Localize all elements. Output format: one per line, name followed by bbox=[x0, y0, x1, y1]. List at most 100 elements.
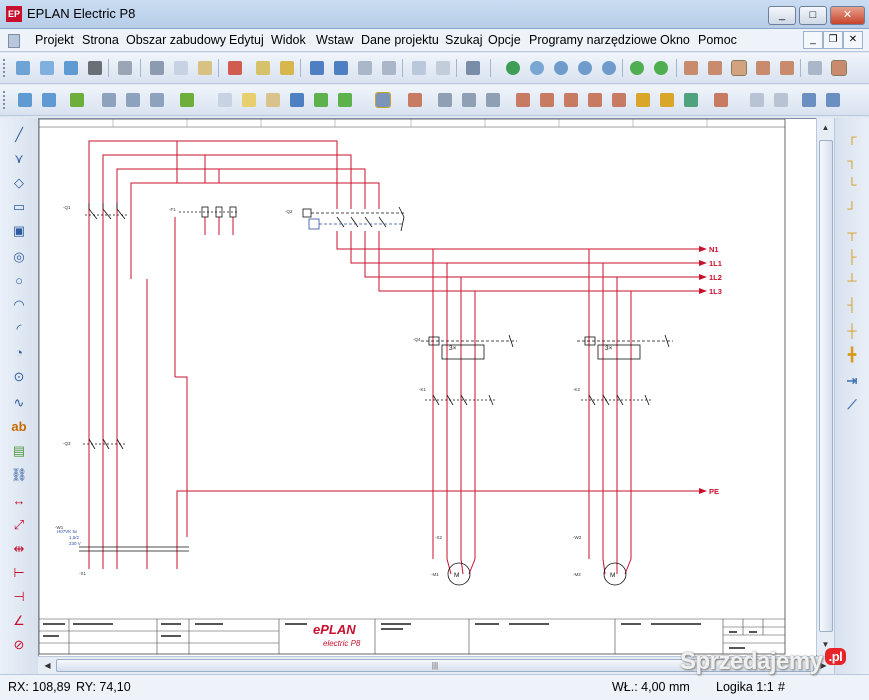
ellipse-icon[interactable]: ⊙ bbox=[10, 368, 28, 386]
contact-icon[interactable] bbox=[100, 91, 118, 109]
polyline-icon[interactable]: ⋎ bbox=[10, 150, 28, 168]
cart-icon[interactable] bbox=[800, 91, 818, 109]
grid-a-icon[interactable] bbox=[682, 59, 700, 77]
menu-edytuj[interactable]: Edytuj bbox=[229, 33, 264, 47]
dimension-icon[interactable]: ↔ bbox=[10, 492, 28, 510]
left-arrow-icon[interactable] bbox=[312, 91, 330, 109]
grid-toggle-icon[interactable] bbox=[806, 59, 824, 77]
zoom-in-icon[interactable] bbox=[552, 59, 570, 77]
new-project-icon[interactable] bbox=[14, 59, 32, 77]
contact-b-icon[interactable] bbox=[124, 91, 142, 109]
back-icon[interactable] bbox=[288, 91, 306, 109]
open-page-icon[interactable] bbox=[264, 91, 282, 109]
device-alt-icon[interactable] bbox=[40, 91, 58, 109]
scroll-up-icon[interactable]: ▲ bbox=[818, 120, 833, 135]
copy-icon[interactable] bbox=[172, 59, 190, 77]
zoom-all-icon[interactable] bbox=[600, 59, 618, 77]
zoom-out-icon[interactable] bbox=[576, 59, 594, 77]
refresh-icon[interactable] bbox=[504, 59, 522, 77]
tee-left-icon[interactable]: ┤ bbox=[843, 296, 861, 314]
cross-icon[interactable]: ┼ bbox=[843, 322, 861, 340]
structure-box-icon[interactable] bbox=[712, 91, 730, 109]
redo-list-icon[interactable] bbox=[380, 59, 398, 77]
toolbar-grip[interactable] bbox=[3, 91, 8, 109]
jump-icon[interactable]: ⇥ bbox=[843, 372, 861, 390]
bus-c-icon[interactable] bbox=[562, 91, 580, 109]
grid-c-icon[interactable] bbox=[730, 59, 748, 77]
menu-strona[interactable]: Strona bbox=[82, 33, 119, 47]
spline-icon[interactable]: ∿ bbox=[10, 394, 28, 412]
brackets-icon[interactable] bbox=[748, 91, 766, 109]
tee-up-icon[interactable]: ┴ bbox=[843, 272, 861, 290]
terminal-icon[interactable] bbox=[406, 91, 424, 109]
grid-d-icon[interactable] bbox=[754, 59, 772, 77]
menu-wstaw[interactable]: Wstaw bbox=[316, 33, 354, 47]
mdi-restore-button[interactable]: ❐ bbox=[823, 31, 843, 49]
dimension-base-icon[interactable]: ⊢ bbox=[10, 564, 28, 582]
snap-toggle-icon[interactable] bbox=[830, 59, 848, 77]
mdi-minimize-button[interactable]: _ bbox=[803, 31, 823, 49]
grid-b-icon[interactable] bbox=[706, 59, 724, 77]
plc-b-icon[interactable] bbox=[460, 91, 478, 109]
check-icon[interactable] bbox=[410, 59, 428, 77]
mdi-close-button[interactable]: ✕ bbox=[843, 31, 863, 49]
cross-alt-icon[interactable]: ╋ bbox=[843, 346, 861, 364]
next-page-icon[interactable] bbox=[652, 59, 670, 77]
corner-top-left-icon[interactable]: ┌ bbox=[843, 128, 861, 146]
menu-pomoc[interactable]: Pomoc bbox=[698, 33, 737, 47]
corner-bottom-right-icon[interactable]: ┘ bbox=[843, 200, 861, 218]
bus-d-icon[interactable] bbox=[586, 91, 604, 109]
menu-opcje[interactable]: Opcje bbox=[488, 33, 521, 47]
project-manager-icon[interactable] bbox=[62, 59, 80, 77]
settings-tools-icon[interactable] bbox=[116, 59, 134, 77]
paste-icon[interactable] bbox=[196, 59, 214, 77]
vertical-scrollbar[interactable]: ▲ ▼ bbox=[816, 118, 834, 655]
text-icon[interactable]: ab bbox=[10, 418, 28, 436]
vertical-scroll-thumb[interactable] bbox=[819, 140, 833, 632]
open-project-icon[interactable] bbox=[38, 59, 56, 77]
toolbar-grip[interactable] bbox=[3, 59, 8, 77]
polygon-icon[interactable]: ◇ bbox=[10, 174, 28, 192]
window-icon[interactable] bbox=[464, 59, 482, 77]
new-page-icon[interactable] bbox=[240, 91, 258, 109]
format-brush-icon[interactable] bbox=[254, 59, 272, 77]
grid-e-icon[interactable] bbox=[778, 59, 796, 77]
schematic-canvas[interactable]: N1 1L1 1L2 1L3 PE M M 3× 3× -Q1 -F1 -Q2 … bbox=[38, 118, 817, 657]
print-icon[interactable] bbox=[86, 59, 104, 77]
redo-icon[interactable] bbox=[356, 59, 374, 77]
table-icon[interactable] bbox=[434, 59, 452, 77]
document-icon[interactable] bbox=[8, 34, 20, 48]
cut-icon[interactable] bbox=[148, 59, 166, 77]
plc-a-icon[interactable] bbox=[436, 91, 454, 109]
menu-projekt[interactable]: Projekt bbox=[35, 33, 74, 47]
delete-icon[interactable] bbox=[226, 59, 244, 77]
dimension-radius-icon[interactable]: ⊘ bbox=[10, 636, 28, 654]
dimension-aligned-icon[interactable]: ⤢ bbox=[10, 516, 28, 534]
order-icon[interactable] bbox=[824, 91, 842, 109]
menu-szukaj[interactable]: Szukaj bbox=[445, 33, 483, 47]
link-icon[interactable]: ⛓ bbox=[10, 466, 28, 484]
tee-right-icon[interactable]: ├ bbox=[843, 248, 861, 266]
interrupt-b-icon[interactable] bbox=[658, 91, 676, 109]
plc-c-icon[interactable] bbox=[484, 91, 502, 109]
line-icon[interactable]: ╱ bbox=[10, 126, 28, 144]
interrupt-a-icon[interactable] bbox=[634, 91, 652, 109]
circle-icon[interactable]: ◎ bbox=[10, 248, 28, 266]
angle-icon[interactable]: ⟋ bbox=[843, 396, 861, 414]
contact-c-icon[interactable] bbox=[148, 91, 166, 109]
minimize-button[interactable]: _ bbox=[768, 6, 796, 25]
format-paint-icon[interactable] bbox=[278, 59, 296, 77]
scroll-left-icon[interactable]: ◀ bbox=[40, 658, 55, 673]
close-button[interactable]: ✕ bbox=[830, 6, 865, 25]
menu-obszar-zabudowy[interactable]: Obszar zabudowy bbox=[126, 33, 226, 47]
menu-programy-narzedziowe[interactable]: Programy narzędziowe bbox=[529, 33, 657, 47]
circle-3p-icon[interactable]: ○ bbox=[10, 272, 28, 290]
connection-icon[interactable] bbox=[178, 91, 196, 109]
potential-icon[interactable] bbox=[682, 91, 700, 109]
rectangle-icon[interactable]: ▭ bbox=[10, 198, 28, 216]
bus-a-icon[interactable] bbox=[514, 91, 532, 109]
undo-list-icon[interactable] bbox=[308, 59, 326, 77]
image-icon[interactable]: ▤ bbox=[10, 442, 28, 460]
bus-e-icon[interactable] bbox=[610, 91, 628, 109]
undo-icon[interactable] bbox=[332, 59, 350, 77]
